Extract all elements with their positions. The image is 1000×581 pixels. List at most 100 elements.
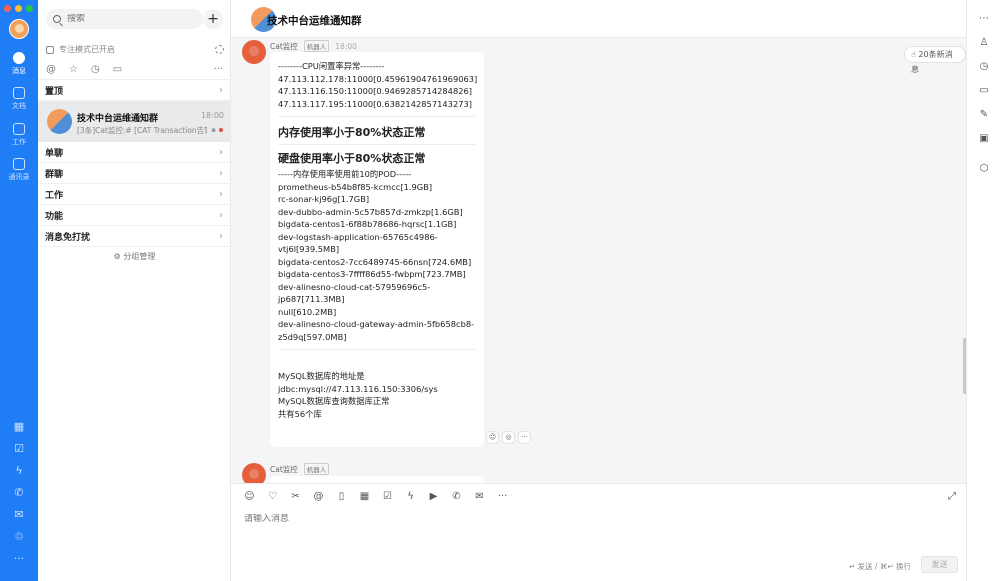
divider [278, 144, 476, 145]
phone-icon[interactable]: ✆ [0, 487, 38, 498]
section-label: 群聊 [45, 170, 64, 180]
pod-title: -----内存使用率使用前10的POD----- [278, 169, 412, 179]
user-avatar[interactable] [9, 19, 29, 39]
disk-heading: 硬盘使用率小于80%状态正常 [278, 152, 426, 165]
search-input[interactable] [67, 14, 187, 24]
close-window-button[interactable] [4, 5, 11, 12]
app-window: 消息 文档 工作 通讯录 ▦ ☑ ϟ ✆ ✉ ♲ ··· + 专注模式已开启 [0, 0, 1000, 581]
rail-item-label: 通讯录 [8, 173, 30, 181]
sender-name: Cat监控 [270, 41, 298, 51]
todo-icon[interactable]: ☑ [381, 491, 394, 502]
window-controls [4, 5, 33, 12]
more-icon[interactable]: ··· [518, 431, 531, 444]
composer: ☺ ♡ ✂ @ ▯ ▦ ☑ ϟ ▶ ✆ ✉ ··· ⤢ ↵ 发送 / ⌘↵ 换行… [231, 483, 966, 581]
add-member-icon[interactable]: ♙ [978, 37, 990, 49]
mail-icon[interactable]: ✉ [0, 509, 38, 520]
emoji-react-icon[interactable]: ☺ [486, 431, 499, 444]
pod-line: bigdata-centos1-6f88b78686-hqrsc[1.1GB] [278, 219, 457, 229]
sender-name: Cat监控 [270, 464, 298, 474]
section-do-not-disturb[interactable]: 消息免打扰 › [38, 227, 231, 247]
section-single-chat[interactable]: 单聊 › [38, 143, 231, 163]
rail-item-contacts[interactable]: 通讯录 [0, 158, 38, 182]
more-icon[interactable]: ··· [496, 491, 509, 502]
mention-icon[interactable]: @ [312, 491, 325, 502]
folder-icon[interactable]: ▭ [978, 85, 990, 97]
pod-line: prometheus-b54b8f85-kcmcc[1.9GB] [278, 181, 433, 192]
section-work[interactable]: 工作 › [38, 185, 231, 205]
bot-badge: 机器人 [303, 463, 330, 475]
lightning-icon[interactable]: ϟ [0, 465, 38, 476]
lightning-icon[interactable]: ϟ [404, 491, 417, 502]
announcement-icon[interactable]: ✎ [978, 109, 990, 121]
calendar-icon[interactable]: ▦ [0, 421, 38, 432]
more-circle-icon[interactable]: ⋯ [978, 13, 990, 25]
search-box[interactable] [46, 9, 203, 29]
minimize-window-button[interactable] [15, 5, 22, 12]
conversation-item[interactable]: 技术中台运维通知群 18:00 [3条]Cat监控:# [CAT Transac… [38, 101, 231, 142]
emoji-icon[interactable]: ☺ [243, 491, 256, 502]
video-icon[interactable]: ▶ [427, 491, 440, 502]
cpu-line: 47.113.116.150:11000[0.9469285714284826] [278, 86, 473, 96]
chat-bubble-icon [13, 52, 25, 64]
rail-item-docs[interactable]: 文档 [0, 87, 38, 111]
mysql-line: MySQL数据库查询数据库正常 [278, 396, 390, 406]
section-group-chat[interactable]: 群聊 › [38, 164, 231, 184]
new-messages-label: 20条新消息 [911, 50, 953, 74]
left-rail: 消息 文档 工作 通讯录 ▦ ☑ ϟ ✆ ✉ ♲ ··· [0, 0, 38, 581]
expand-icon[interactable]: ⤢ [948, 491, 956, 502]
maximize-window-button[interactable] [26, 5, 33, 12]
pod-line: bigdata-centos2-7cc6489745-66nsn[724.6MB… [278, 256, 472, 267]
thumbs-up-icon[interactable]: ♡ [266, 491, 279, 502]
grid-icon [13, 123, 25, 135]
phone-icon[interactable]: ✆ [450, 491, 463, 502]
rail-item-work[interactable]: 工作 [0, 123, 38, 147]
section-label: 工作 [45, 191, 64, 201]
apps-icon[interactable]: ⬡ [978, 163, 990, 175]
message-meta: Cat监控 机器人 [270, 463, 330, 475]
section-label: 单聊 [45, 149, 64, 159]
document-icon[interactable]: ▭ [113, 64, 122, 75]
message-input[interactable] [244, 514, 944, 524]
mysql-line: MySQL数据库的地址是 [278, 371, 365, 381]
send-button[interactable]: 发送 [921, 556, 958, 573]
chevron-right-icon: › [219, 231, 223, 242]
composer-toolbar: ☺ ♡ ✂ @ ▯ ▦ ☑ ϟ ▶ ✆ ✉ ··· [243, 491, 509, 502]
section-pinned[interactable]: 置顶 › [38, 81, 231, 101]
cpu-title: --------CPU闲置率异常-------- [278, 61, 385, 71]
mention-icon[interactable]: @ [46, 64, 56, 75]
chat-list-panel: + 专注模式已开启 @ ☆ ◷ ▭ ··· 置顶 › 技术中台运维通知群 18:… [38, 0, 231, 581]
star-icon[interactable]: ☆ [69, 64, 78, 75]
pod-line: z5d9q[597.0MB] [278, 331, 347, 342]
recycle-icon[interactable]: ♲ [0, 531, 38, 542]
scissors-icon[interactable]: ✂ [289, 491, 302, 502]
more-icon[interactable]: ··· [213, 64, 223, 75]
focus-mode-icon [46, 45, 54, 54]
mysql-line: 共有56个库 [278, 408, 322, 419]
clock-icon[interactable]: ◷ [978, 61, 990, 73]
todo-icon[interactable]: ☑ [0, 443, 38, 454]
add-button[interactable]: + [203, 9, 223, 29]
new-messages-button[interactable]: ☝ 20条新消息 [904, 46, 966, 74]
pod-line: vtj6l[939.5MB] [278, 244, 340, 254]
bot-badge: 机器人 [303, 40, 330, 52]
calendar-icon[interactable]: ▦ [358, 491, 371, 502]
sender-avatar[interactable] [242, 40, 266, 64]
file-icon[interactable]: ▯ [335, 491, 348, 502]
robot-icon[interactable]: ▣ [978, 133, 990, 145]
clock-icon[interactable]: ◷ [91, 64, 100, 75]
chevron-right-icon: › [219, 147, 223, 158]
contacts-icon [13, 158, 25, 170]
mail-icon[interactable]: ✉ [473, 491, 486, 502]
section-functions[interactable]: 功能 › [38, 206, 231, 226]
section-label: 置顶 [45, 87, 64, 97]
group-avatar [47, 109, 72, 134]
pod-line: bigdata-centos3-7ffff86d55-fwbpm[723.7MB… [278, 269, 466, 279]
chevron-right-icon: › [219, 210, 223, 221]
rail-item-messages[interactable]: 消息 [0, 52, 38, 76]
conversation-header: 技术中台运维通知群 [231, 0, 966, 38]
focus-mode-bar[interactable]: 专注模式已开启 [38, 40, 231, 59]
more-icon[interactable]: ··· [0, 553, 38, 564]
group-manage-button[interactable]: ⚙ 分组管理 [38, 251, 231, 262]
divider [278, 116, 476, 117]
reply-icon[interactable]: ◎ [502, 431, 515, 444]
